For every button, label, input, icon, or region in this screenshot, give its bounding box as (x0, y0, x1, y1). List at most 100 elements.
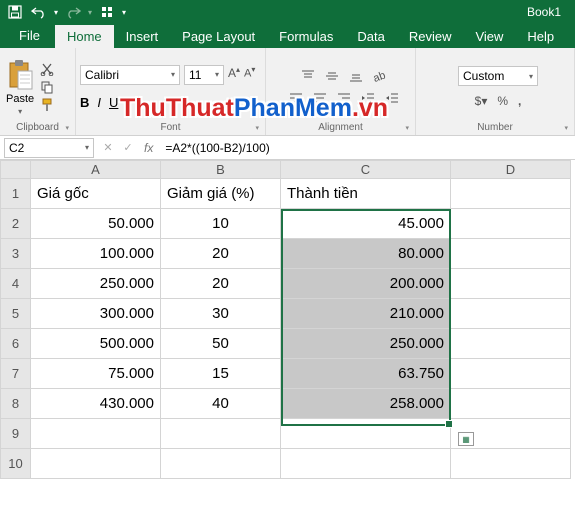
cell[interactable]: 63.750 (281, 359, 451, 389)
percent-icon[interactable]: % (497, 94, 508, 108)
qat-more-icon[interactable]: ▾ (122, 8, 126, 17)
cell[interactable]: 430.000 (31, 389, 161, 419)
cut-icon[interactable] (40, 62, 54, 76)
tab-insert[interactable]: Insert (114, 25, 171, 48)
tab-home[interactable]: Home (55, 25, 114, 48)
row-header[interactable]: 1 (1, 179, 31, 209)
cell[interactable] (161, 449, 281, 479)
cell[interactable]: 80.000 (281, 239, 451, 269)
cell[interactable]: 200.000 (281, 269, 451, 299)
column-header[interactable]: D (451, 161, 571, 179)
cell[interactable] (451, 359, 571, 389)
cell[interactable]: 250.000 (281, 329, 451, 359)
row-header[interactable]: 2 (1, 209, 31, 239)
copy-icon[interactable] (40, 80, 54, 94)
italic-button[interactable]: I (97, 95, 101, 110)
column-header[interactable]: B (161, 161, 281, 179)
cell[interactable]: 20 (161, 239, 281, 269)
tab-data[interactable]: Data (345, 25, 396, 48)
undo-more-icon[interactable]: ▾ (54, 8, 58, 17)
row-header[interactable]: 10 (1, 449, 31, 479)
increase-font-icon[interactable]: A▴ (228, 65, 240, 85)
orientation-icon[interactable]: ab (373, 69, 387, 83)
select-all-corner[interactable] (1, 161, 31, 179)
tab-formulas[interactable]: Formulas (267, 25, 345, 48)
enter-formula-icon[interactable]: ✓ (118, 141, 138, 154)
cell[interactable]: 210.000 (281, 299, 451, 329)
qat-customize-icon[interactable] (98, 5, 116, 19)
cell[interactable]: Giá gốc (31, 179, 161, 209)
decrease-font-icon[interactable]: A▾ (244, 65, 255, 85)
number-format-select[interactable]: Custom▾ (458, 66, 538, 86)
cell[interactable] (31, 419, 161, 449)
row-header[interactable]: 8 (1, 389, 31, 419)
tab-view[interactable]: View (463, 25, 515, 48)
undo-icon[interactable] (30, 5, 48, 19)
cell[interactable]: 45.000 (281, 209, 451, 239)
row-header[interactable]: 9 (1, 419, 31, 449)
paste-dropdown-icon[interactable]: ▾ (18, 107, 22, 116)
cell[interactable]: 10 (161, 209, 281, 239)
cell[interactable]: 40 (161, 389, 281, 419)
align-center-icon[interactable] (313, 91, 327, 105)
align-left-icon[interactable] (289, 91, 303, 105)
cell[interactable]: 250.000 (31, 269, 161, 299)
paste-button[interactable]: Paste ▾ (4, 59, 36, 116)
comma-icon[interactable]: , (518, 94, 521, 108)
cell[interactable]: 300.000 (31, 299, 161, 329)
cell[interactable]: 20 (161, 269, 281, 299)
cell[interactable]: 258.000 (281, 389, 451, 419)
fx-icon[interactable]: fx (138, 141, 159, 155)
font-name-select[interactable]: Calibri▾ (80, 65, 180, 85)
cell[interactable] (451, 239, 571, 269)
redo-icon[interactable] (64, 5, 82, 19)
cell[interactable] (451, 329, 571, 359)
row-header[interactable]: 4 (1, 269, 31, 299)
cell[interactable]: 75.000 (31, 359, 161, 389)
cell[interactable] (451, 449, 571, 479)
row-header[interactable]: 3 (1, 239, 31, 269)
file-tab[interactable]: File (4, 23, 55, 48)
align-bottom-icon[interactable] (349, 69, 363, 83)
cell[interactable]: 50.000 (31, 209, 161, 239)
row-header[interactable]: 6 (1, 329, 31, 359)
cell[interactable] (281, 419, 451, 449)
cell[interactable]: 100.000 (31, 239, 161, 269)
cell[interactable]: 50 (161, 329, 281, 359)
cell[interactable] (451, 299, 571, 329)
row-header[interactable]: 7 (1, 359, 31, 389)
font-size-select[interactable]: 11▾ (184, 65, 224, 85)
tab-review[interactable]: Review (397, 25, 464, 48)
worksheet[interactable]: A B C D 1 Giá gốc Giảm giá (%) Thành tiề… (0, 160, 575, 479)
decrease-indent-icon[interactable] (361, 91, 375, 105)
cell[interactable]: 15 (161, 359, 281, 389)
column-header[interactable]: A (31, 161, 161, 179)
tab-help[interactable]: Help (515, 25, 566, 48)
cell[interactable]: Giảm giá (%) (161, 179, 281, 209)
cell[interactable]: Thành tiền (281, 179, 451, 209)
tab-page-layout[interactable]: Page Layout (170, 25, 267, 48)
cell[interactable] (451, 209, 571, 239)
redo-more-icon[interactable]: ▾ (88, 8, 92, 17)
increase-indent-icon[interactable] (385, 91, 399, 105)
cell[interactable] (281, 449, 451, 479)
formula-input[interactable] (159, 138, 575, 158)
align-middle-icon[interactable] (325, 69, 339, 83)
align-right-icon[interactable] (337, 91, 351, 105)
cell[interactable]: 30 (161, 299, 281, 329)
currency-icon[interactable]: $▾ (475, 94, 488, 108)
column-header[interactable]: C (281, 161, 451, 179)
name-box[interactable]: C2▾ (4, 138, 94, 158)
cell[interactable]: 500.000 (31, 329, 161, 359)
cell[interactable] (31, 449, 161, 479)
save-icon[interactable] (6, 5, 24, 19)
cancel-formula-icon[interactable]: ✕ (98, 141, 118, 154)
autofill-options-icon[interactable]: ▦ (458, 432, 474, 446)
underline-button[interactable]: U (109, 95, 118, 110)
align-top-icon[interactable] (301, 69, 315, 83)
cell[interactable] (451, 269, 571, 299)
format-painter-icon[interactable] (40, 98, 54, 112)
cell[interactable] (161, 419, 281, 449)
bold-button[interactable]: B (80, 95, 89, 110)
cell[interactable] (451, 389, 571, 419)
